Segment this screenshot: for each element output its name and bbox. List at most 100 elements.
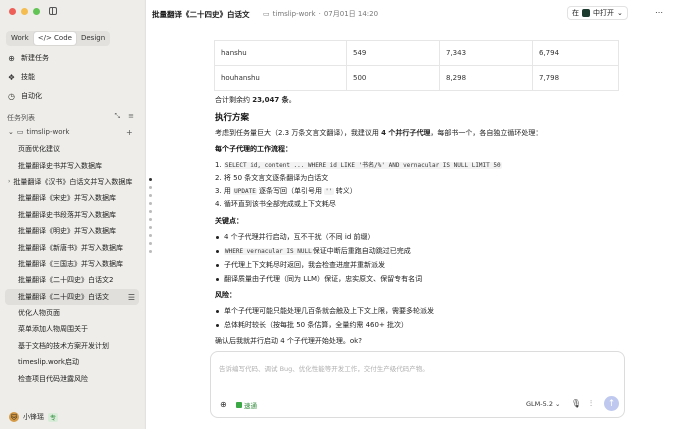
task-menu-icon[interactable]: ☰ xyxy=(128,293,135,302)
task-item[interactable]: 优化人物页面 xyxy=(5,305,139,321)
meta-separator: · xyxy=(318,10,321,18)
table-row: hanshu 549 7,343 6,794 xyxy=(214,40,619,66)
task-item[interactable]: timeslip.work启动 xyxy=(5,354,139,370)
arrow-up-icon: ↑ xyxy=(607,398,616,409)
open-prefix: 在 xyxy=(572,9,579,17)
timeline-dot[interactable] xyxy=(149,202,152,205)
step-1-prefix: 1. xyxy=(215,161,224,169)
task-item[interactable]: 批量翻译史书段落并写入数据库 xyxy=(5,207,139,223)
step-3: 3. 用 UPDATE 逐条写回（单引号用 '' 转义） xyxy=(215,186,357,196)
point-text: 保证中断后重跑自动跳过已完成 xyxy=(312,247,411,255)
add-task-icon[interactable]: + xyxy=(126,128,133,137)
timeline-dot[interactable] xyxy=(149,242,152,245)
task-item[interactable]: 批量翻译《新唐书》并写入数据库 xyxy=(5,239,139,255)
step-4: 4. 循环直到该书全部完成或上下文耗尽 xyxy=(215,200,336,208)
list-item: 子代理上下文耗尽时返回，我会检查进度并重新派发 xyxy=(215,260,385,270)
nav-new-task[interactable]: ⊕ 新建任务 xyxy=(7,53,49,63)
topbar: 批量翻译《二十四史》白话文 ▭ timslip-work · 07月01日 14… xyxy=(146,0,690,26)
task-label: 批量翻译《明史》并写入数据库 xyxy=(18,227,116,236)
microphone-icon[interactable]: 🎙 xyxy=(571,399,581,408)
task-label: 批量翻译《二十四史》白话文 xyxy=(18,292,109,301)
table-cell: 7,343 xyxy=(439,40,533,66)
message-timeline xyxy=(149,178,153,258)
task-item[interactable]: 批量翻译史书并写入数据库 xyxy=(5,157,139,173)
table-cell: 8,298 xyxy=(439,65,533,91)
task-item[interactable]: 批量翻译《三国志》并写入数据库 xyxy=(5,256,139,272)
nav-skills-label: 技能 xyxy=(21,73,35,81)
task-item[interactable]: 检查项目代码泄露风险 xyxy=(5,370,139,386)
timeline-dot[interactable] xyxy=(149,210,152,213)
timeline-dot[interactable] xyxy=(149,194,152,197)
task-item-active[interactable]: 批量翻译《二十四史》白话文 ☰ xyxy=(5,288,139,305)
project-group[interactable]: ⌄ ▭ timslip-work xyxy=(8,128,69,136)
user-name: 小锋瑶 xyxy=(23,413,44,421)
timeline-dot[interactable] xyxy=(149,226,152,229)
task-group[interactable]: › 批量翻译《汉书》白话文并写入数据库 xyxy=(5,174,139,190)
task-item[interactable]: 批量翻译《二十四史》白话文2 xyxy=(5,272,139,288)
timeline-dot[interactable] xyxy=(149,178,152,181)
data-table: hanshu 549 7,343 6,794 houhanshu 500 8,2… xyxy=(214,40,619,91)
user-profile[interactable]: 🐱 小锋瑶 专 xyxy=(9,412,59,422)
risk-heading: 风险： xyxy=(215,291,236,299)
step-3-b: 逐条写回（单引号用 xyxy=(256,187,325,195)
mode-code-tab[interactable]: </> Code xyxy=(33,32,76,45)
task-item[interactable]: 批量翻译《明史》并写入数据库 xyxy=(5,223,139,239)
speed-toggle[interactable]: 速通 xyxy=(236,400,257,410)
user-badge: 专 xyxy=(48,412,59,422)
nav-automation[interactable]: ◷ 自动化 xyxy=(7,91,42,101)
task-item[interactable]: 基于文档的技术方案开发计划 xyxy=(5,338,139,354)
summary-count: 23,047 条 xyxy=(252,96,289,104)
skills-icon: ❖ xyxy=(7,72,16,82)
intro-a: 考虑到任务量巨大（2.3 万条文言文翻译），我建议用 xyxy=(215,129,382,137)
open-in-app-button[interactable]: 在 中打开 ⌄ xyxy=(567,6,628,20)
point-text: 4 个子代理并行启动，互不干扰（不同 id 前缀） xyxy=(224,233,375,241)
task-list: 页面优化建议 批量翻译史书并写入数据库 › 批量翻译《汉书》白话文并写入数据库 批… xyxy=(5,141,139,387)
more-icon[interactable]: ⋯ xyxy=(655,8,663,17)
task-label: 批量翻译史书并写入数据库 xyxy=(18,161,102,170)
step-3-code: UPDATE xyxy=(233,188,257,195)
point-text: 子代理上下文耗尽时返回，我会检查进度并重新派发 xyxy=(224,261,385,269)
step-3-code: '' xyxy=(324,188,334,195)
folder-icon: ▭ xyxy=(263,10,270,18)
task-item[interactable]: 菜单添加人物周围关于 xyxy=(5,321,139,337)
point-text: 翻译质量由子代理（同为 LLM）保证，忠实原文、保留专有名词 xyxy=(224,275,423,283)
list-item: 总体耗时较长（按每批 50 条估算，全量约需 460+ 批次） xyxy=(215,320,408,330)
summary-prefix: 合计剩余约 xyxy=(215,96,253,104)
composer-input[interactable]: 告诉编写代码、调试 Bug、优化性能等开发工作，交付生产级代码产物。 xyxy=(219,363,429,373)
page-title: 批量翻译《二十四史》白话文 xyxy=(152,10,250,19)
task-label: 批量翻译史书段落并写入数据库 xyxy=(18,210,116,219)
timeline-dot[interactable] xyxy=(149,234,152,237)
mode-work-tab[interactable]: Work xyxy=(7,32,33,45)
timeline-dot[interactable] xyxy=(149,218,152,221)
sidebar-toggle-icon[interactable] xyxy=(49,7,57,15)
nav-skills[interactable]: ❖ 技能 xyxy=(7,72,35,82)
timeline-dot[interactable] xyxy=(149,186,152,189)
collapse-icon[interactable]: ⤡ xyxy=(115,112,121,121)
composer[interactable]: 告诉编写代码、调试 Bug、优化性能等开发工作，交付生产级代码产物。 ⊕ 速通 … xyxy=(210,351,625,418)
table-cell: 500 xyxy=(346,65,440,91)
timeline-dot[interactable] xyxy=(149,250,152,253)
minimize-window-button[interactable] xyxy=(21,8,28,15)
filter-icon[interactable]: ≡ xyxy=(128,112,134,121)
mode-design-tab[interactable]: Design xyxy=(77,32,109,45)
attach-icon[interactable]: ⊕ xyxy=(220,400,227,409)
voice-wave-icon[interactable]: ⫶ xyxy=(590,399,592,409)
table-cell: 6,794 xyxy=(532,40,619,66)
folder-icon: ▭ xyxy=(16,128,24,136)
table-cell: 549 xyxy=(346,40,440,66)
task-item[interactable]: 批量翻译《宋史》并写入数据库 xyxy=(5,190,139,206)
zoom-window-button[interactable] xyxy=(33,8,40,15)
flow-heading: 每个子代理的工作流程： xyxy=(215,145,292,153)
close-window-button[interactable] xyxy=(9,8,16,15)
model-selector[interactable]: GLM-5.2 ⌄ xyxy=(526,400,560,408)
plan-intro: 考虑到任务量巨大（2.3 万条文言文翻译），我建议用 4 个并行子代理，每部书一… xyxy=(215,128,542,138)
step-1: 1. SELECT id, content ... WHERE id LIKE … xyxy=(215,160,502,169)
intro-c: ，每部书一个，各自独立循环处理： xyxy=(430,129,543,137)
plan-heading: 执行方案 xyxy=(215,113,250,123)
send-button[interactable]: ↑ xyxy=(604,396,619,411)
plus-circle-icon: ⊕ xyxy=(8,53,15,63)
task-label: 优化人物页面 xyxy=(18,309,60,318)
task-item[interactable]: 页面优化建议 xyxy=(5,141,139,157)
step-2: 2. 将 50 条文言文逐条翻译为白话文 xyxy=(215,174,329,182)
table-cell: 7,798 xyxy=(532,65,619,91)
